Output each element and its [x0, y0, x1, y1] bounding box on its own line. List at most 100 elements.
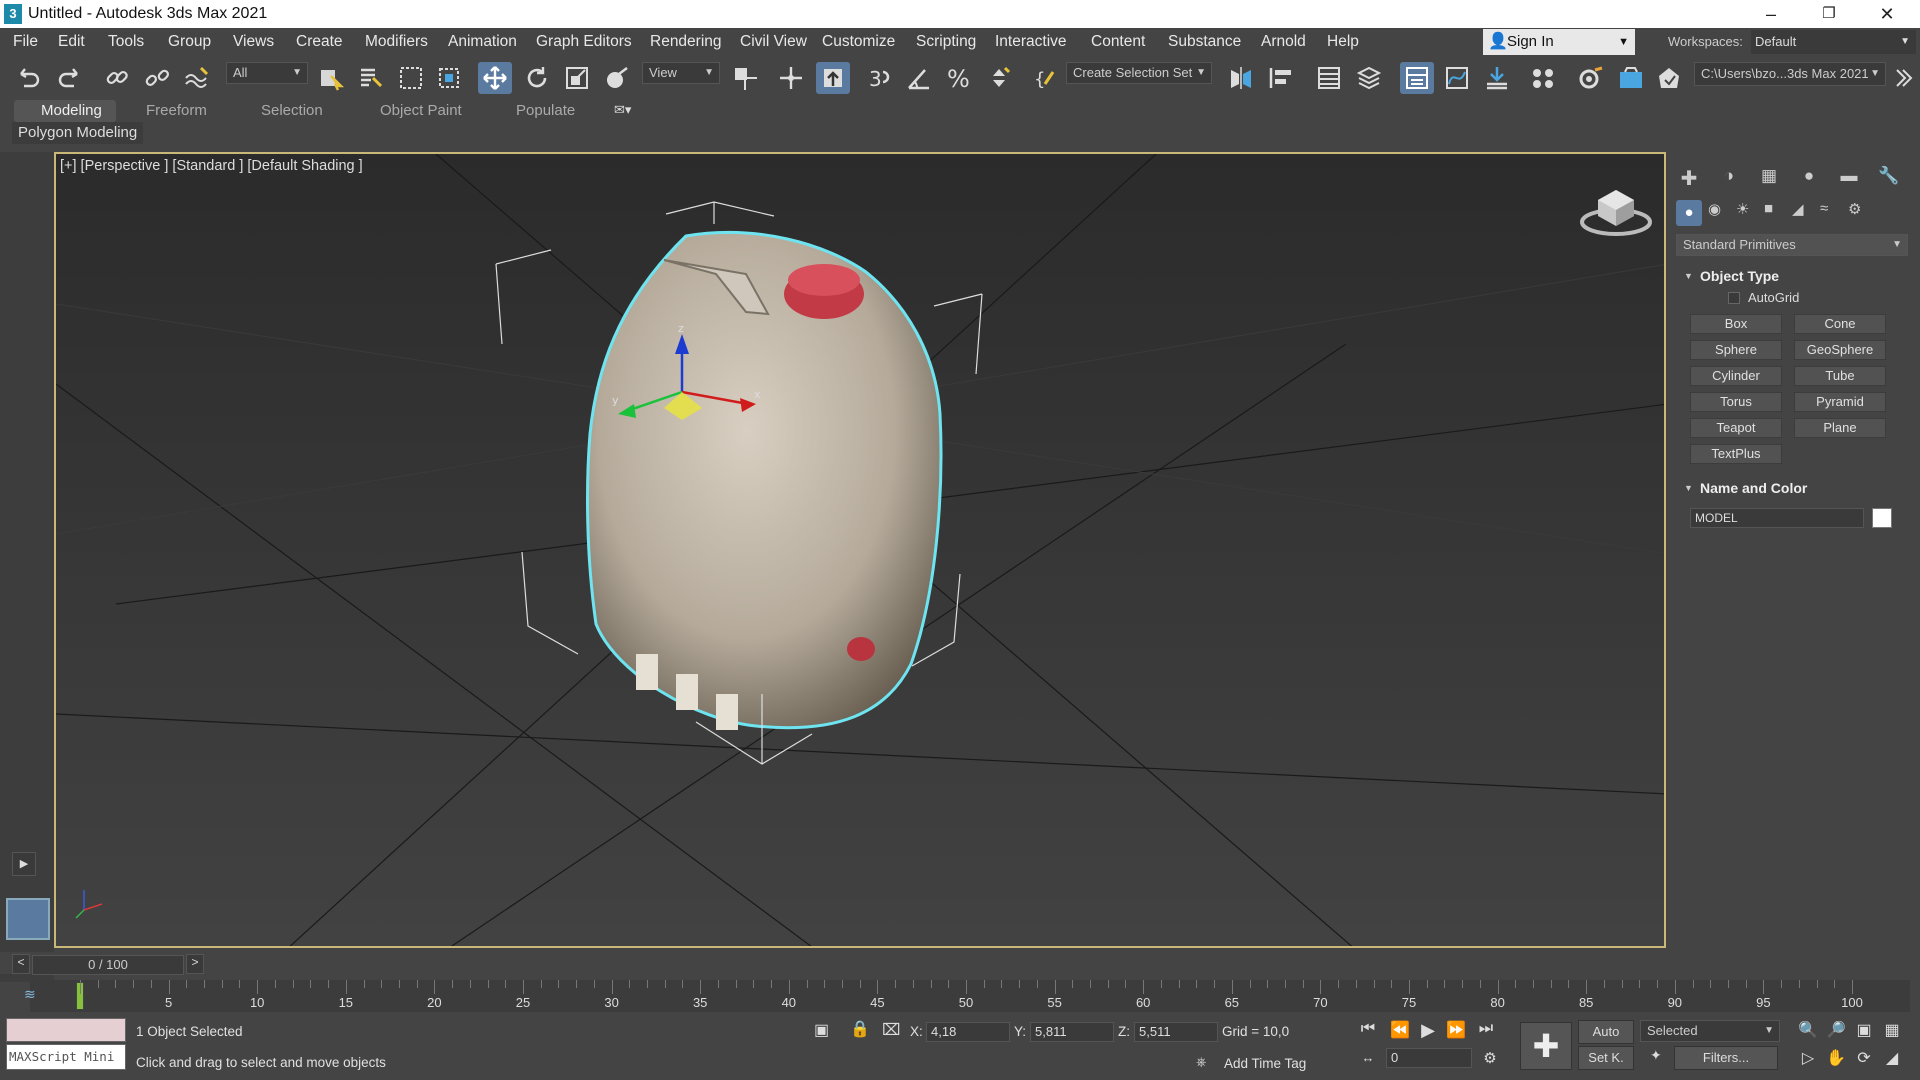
space-warps-category-icon[interactable]: ≈ — [1820, 200, 1828, 217]
helpers-category-icon[interactable]: ◢ — [1792, 200, 1804, 218]
menu-substance[interactable]: Substance — [1168, 33, 1241, 51]
select-and-place-icon[interactable] — [600, 62, 634, 94]
ribbon-tab-freeform[interactable]: Freeform — [146, 102, 207, 119]
geosphere-button[interactable]: GeoSphere — [1794, 340, 1886, 360]
go-to-end-icon[interactable]: ⏭ — [1474, 1020, 1498, 1038]
ribbon-tab-selection[interactable]: Selection — [261, 102, 323, 119]
selection-set-dropdown[interactable]: Create Selection Set ▼ — [1066, 62, 1212, 84]
maximize-viewport-icon[interactable]: ◢ — [1880, 1048, 1904, 1068]
menu-customize[interactable]: Customize — [822, 33, 895, 51]
menu-interactive[interactable]: Interactive — [995, 33, 1067, 51]
object-color-swatch[interactable] — [1872, 508, 1892, 528]
minimize-button[interactable]: – — [1742, 0, 1800, 28]
ribbon-tab-populate[interactable]: Populate — [516, 102, 575, 119]
material-editor-icon[interactable] — [1526, 62, 1560, 94]
isolate-selection-icon[interactable]: ▣ — [814, 1020, 829, 1040]
viewcube-icon[interactable] — [1576, 182, 1656, 242]
absolute-mode-icon[interactable]: ⌧ — [882, 1020, 900, 1040]
add-time-tag-button[interactable]: Add Time Tag — [1224, 1056, 1306, 1071]
expand-layout-icon[interactable]: ▶ — [12, 852, 36, 876]
modify-tab-icon[interactable]: ◑ — [1716, 166, 1742, 192]
menu-views[interactable]: Views — [233, 33, 274, 51]
window-crossing-icon[interactable] — [432, 62, 466, 94]
schematic-view-icon[interactable] — [1480, 62, 1514, 94]
menu-animation[interactable]: Animation — [448, 33, 517, 51]
ribbon-tab-object-paint[interactable]: Object Paint — [380, 102, 462, 119]
time-configuration-icon[interactable]: ⚙ — [1478, 1049, 1502, 1067]
cameras-category-icon[interactable]: ■ — [1764, 200, 1773, 217]
render-production-icon[interactable] — [1652, 62, 1686, 94]
zoom-all-icon[interactable]: 🔎 — [1824, 1020, 1848, 1040]
previous-key-icon[interactable]: ⏪ — [1388, 1020, 1412, 1040]
toggle-ribbon-icon[interactable] — [1400, 62, 1434, 94]
utilities-tab-icon[interactable]: 🔧 — [1876, 166, 1902, 192]
box-button[interactable]: Box — [1690, 314, 1782, 334]
menu-scripting[interactable]: Scripting — [916, 33, 976, 51]
pyramid-button[interactable]: Pyramid — [1794, 392, 1886, 412]
systems-category-icon[interactable]: ⚙ — [1848, 200, 1861, 218]
pan-view-icon[interactable]: ✋ — [1824, 1048, 1848, 1068]
rendered-frame-window-icon[interactable] — [1614, 62, 1648, 94]
align-icon[interactable] — [1264, 62, 1298, 94]
ribbon-options-icon[interactable]: ✉▾ — [614, 102, 631, 118]
tube-button[interactable]: Tube — [1794, 366, 1886, 386]
next-key-icon[interactable]: ⏩ — [1444, 1020, 1468, 1040]
menu-group[interactable]: Group — [168, 33, 211, 51]
unlink-icon[interactable] — [140, 62, 174, 94]
set-key-button[interactable]: Set K. — [1578, 1046, 1634, 1070]
menu-create[interactable]: Create — [296, 33, 343, 51]
layer-explorer-icon[interactable] — [1352, 62, 1386, 94]
reference-coordinate-dropdown[interactable]: View ▼ — [642, 62, 720, 84]
object-type-rollout-header[interactable]: Object Type — [1678, 266, 1914, 286]
mirror-icon[interactable] — [1224, 62, 1258, 94]
key-filters-icon[interactable]: ✦ — [1650, 1047, 1662, 1064]
bind-space-warp-icon[interactable] — [180, 62, 214, 94]
menu-modifiers[interactable]: Modifiers — [365, 33, 428, 51]
toolbar-overflow-icon[interactable] — [1886, 62, 1920, 94]
current-frame-input[interactable]: 0 — [1386, 1048, 1472, 1068]
maxscript-mini-listener[interactable]: MAXScript Mini — [6, 1044, 126, 1070]
menu-tools[interactable]: Tools — [108, 33, 144, 51]
next-frame-icon[interactable]: > — [186, 954, 204, 974]
rectangular-selection-icon[interactable] — [394, 62, 428, 94]
display-tab-icon[interactable]: ▬ — [1836, 166, 1862, 192]
key-filters-button[interactable]: Filters... — [1674, 1046, 1778, 1070]
torus-button[interactable]: Torus — [1690, 392, 1782, 412]
lights-category-icon[interactable]: ☀ — [1736, 200, 1749, 218]
key-mode-toggle-icon[interactable]: ↔ — [1356, 1050, 1380, 1065]
select-by-name-icon[interactable] — [354, 62, 388, 94]
menu-file[interactable]: File — [13, 33, 38, 51]
selection-filter-dropdown[interactable]: All ▼ — [226, 62, 308, 84]
keyboard-shortcut-override-icon[interactable] — [816, 62, 850, 94]
menu-content[interactable]: Content — [1091, 33, 1145, 51]
zoom-extents-icon[interactable]: ▣ — [1852, 1020, 1876, 1040]
primitive-category-dropdown[interactable]: Standard Primitives ▼ — [1676, 234, 1908, 256]
spinner-snap-icon[interactable] — [982, 62, 1016, 94]
motion-tab-icon[interactable]: ● — [1796, 166, 1822, 192]
redo-icon[interactable] — [52, 62, 86, 94]
x-coordinate-input[interactable]: 4,18 — [926, 1022, 1010, 1042]
lock-icon[interactable]: 🔒 — [850, 1019, 870, 1039]
object-name-input[interactable]: MODEL — [1690, 508, 1864, 528]
orbit-icon[interactable]: ⟳ — [1852, 1048, 1876, 1068]
viewport-label[interactable]: [+] [Perspective ] [Standard ] [Default … — [60, 158, 363, 174]
pivot-center-icon[interactable] — [728, 62, 762, 94]
autogrid-checkbox[interactable] — [1728, 292, 1740, 304]
time-slider[interactable]: 0 / 100 — [32, 955, 184, 975]
shapes-category-icon[interactable]: ◉ — [1708, 200, 1721, 218]
project-folder-dropdown[interactable]: C:\Users\bzo...3ds Max 2021 ▼ — [1694, 62, 1886, 86]
field-of-view-icon[interactable]: ▷ — [1796, 1048, 1820, 1068]
maximize-button[interactable]: ❐ — [1800, 0, 1858, 28]
link-icon[interactable] — [100, 62, 134, 94]
previous-frame-icon[interactable]: < — [12, 954, 30, 974]
render-setup-icon[interactable] — [1574, 62, 1608, 94]
menu-edit[interactable]: Edit — [58, 33, 85, 51]
scene-explorer-icon[interactable] — [1312, 62, 1346, 94]
y-coordinate-input[interactable]: 5,811 — [1030, 1022, 1114, 1042]
time-tag-icon[interactable]: ⎈ — [1196, 1054, 1206, 1070]
angle-snap-icon[interactable] — [902, 62, 936, 94]
auto-key-button[interactable]: Auto — [1578, 1020, 1634, 1044]
menu-graph-editors[interactable]: Graph Editors — [536, 33, 632, 51]
zoom-extents-all-icon[interactable]: ▦ — [1880, 1020, 1904, 1040]
jerrycan-model[interactable]: z y x — [56, 154, 1666, 948]
